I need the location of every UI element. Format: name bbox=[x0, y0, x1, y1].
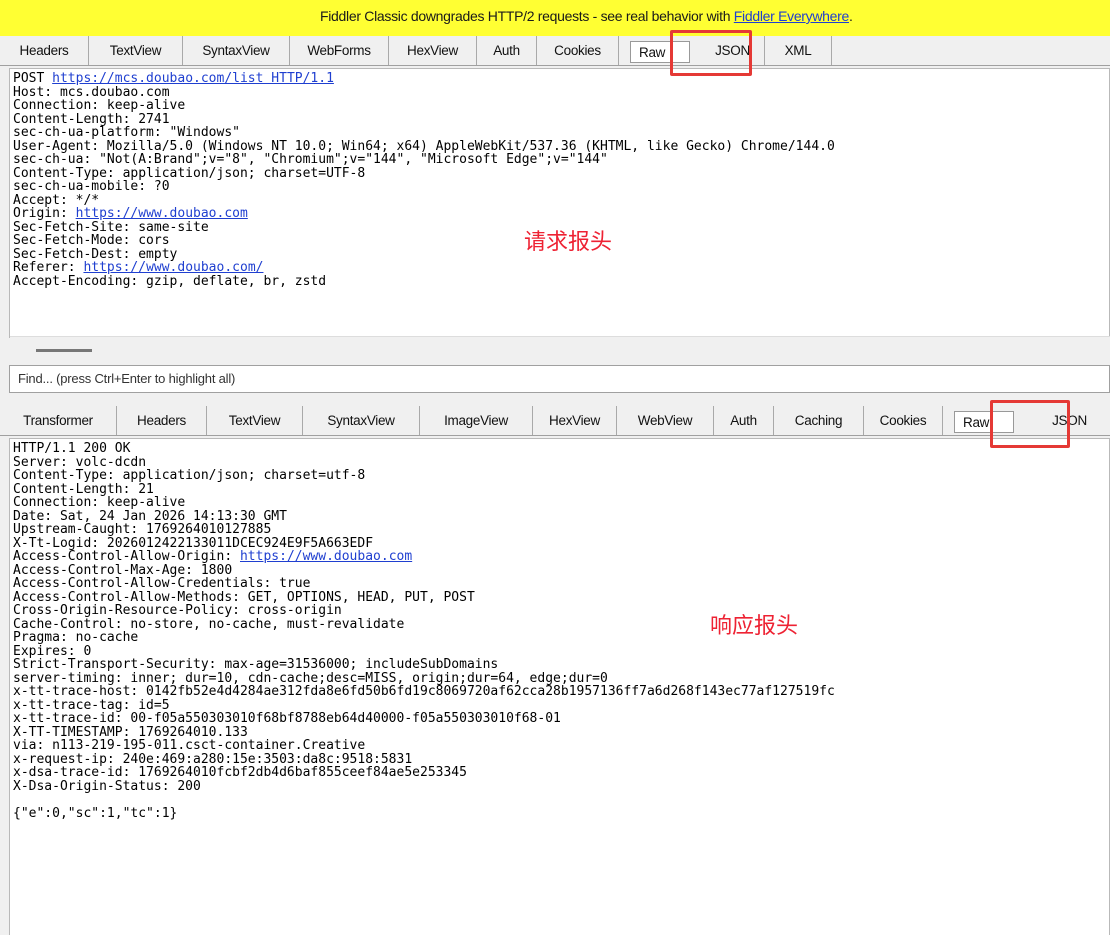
request-tab-webforms[interactable]: WebForms bbox=[290, 36, 389, 65]
response-tab-auth[interactable]: Auth bbox=[714, 406, 774, 435]
response-tab-imageview[interactable]: ImageView bbox=[420, 406, 533, 435]
request-headers-annotation: 请求报头 bbox=[524, 230, 613, 255]
acao-link[interactable]: https://www.doubao.com bbox=[240, 549, 412, 564]
response-tab-syntaxview[interactable]: SyntaxView bbox=[303, 406, 420, 435]
request-tab-textview[interactable]: TextView bbox=[89, 36, 183, 65]
response-tab-textview[interactable]: TextView bbox=[207, 406, 303, 435]
horizontal-scrollbar[interactable] bbox=[10, 336, 1110, 360]
response-raw-pane[interactable]: HTTP/1.1 200 OK Server: volc-dcdn Conten… bbox=[9, 438, 1110, 935]
scrollbar-thumb[interactable] bbox=[36, 349, 92, 352]
response-tab-webview[interactable]: WebView bbox=[617, 406, 714, 435]
request-tab-auth[interactable]: Auth bbox=[477, 36, 537, 65]
request-tab-cookies[interactable]: Cookies bbox=[537, 36, 619, 65]
request-inspector-tabs: Headers TextView SyntaxView WebForms HexView… bbox=[0, 36, 1110, 66]
response-tab-caching[interactable]: Caching bbox=[774, 406, 864, 435]
notification-banner: Fiddler Classic downgrades HTTP/2 reques… bbox=[0, 0, 1110, 36]
request-raw-pane[interactable]: POST https://mcs.doubao.com/list HTTP/1.… bbox=[9, 68, 1110, 338]
response-inspector-tabs: Transformer Headers TextView SyntaxView Imag… bbox=[0, 406, 1110, 436]
request-tab-headers[interactable]: Headers bbox=[0, 36, 89, 65]
left-strip-bottom bbox=[0, 437, 9, 935]
response-tab-raw[interactable]: Raw bbox=[943, 406, 1025, 435]
request-tab-hexview[interactable]: HexView bbox=[389, 36, 477, 65]
banner-text: Fiddler Classic downgrades HTTP/2 reques… bbox=[320, 8, 734, 24]
find-input[interactable]: Find... (press Ctrl+Enter to highlight a… bbox=[9, 365, 1110, 393]
response-tab-json[interactable]: JSON bbox=[1025, 406, 1110, 435]
response-tab-cookies[interactable]: Cookies bbox=[864, 406, 943, 435]
request-tab-syntaxview[interactable]: SyntaxView bbox=[183, 36, 290, 65]
request-tab-xml[interactable]: XML bbox=[765, 36, 832, 65]
banner-tail: . bbox=[849, 8, 853, 24]
response-raw-text[interactable]: HTTP/1.1 200 OK Server: volc-dcdn Conten… bbox=[10, 439, 1109, 820]
left-strip bbox=[0, 67, 9, 367]
response-tab-hexview[interactable]: HexView bbox=[533, 406, 617, 435]
response-body[interactable]: {"e":0,"sc":1,"tc":1} bbox=[13, 806, 177, 821]
request-tab-raw[interactable]: Raw bbox=[619, 36, 701, 65]
request-tab-json[interactable]: JSON bbox=[701, 36, 765, 65]
response-tab-transformer[interactable]: Transformer bbox=[0, 406, 117, 435]
fiddler-everywhere-link[interactable]: Fiddler Everywhere bbox=[734, 8, 850, 24]
response-tab-headers[interactable]: Headers bbox=[117, 406, 207, 435]
response-headers-annotation: 响应报头 bbox=[710, 614, 799, 639]
